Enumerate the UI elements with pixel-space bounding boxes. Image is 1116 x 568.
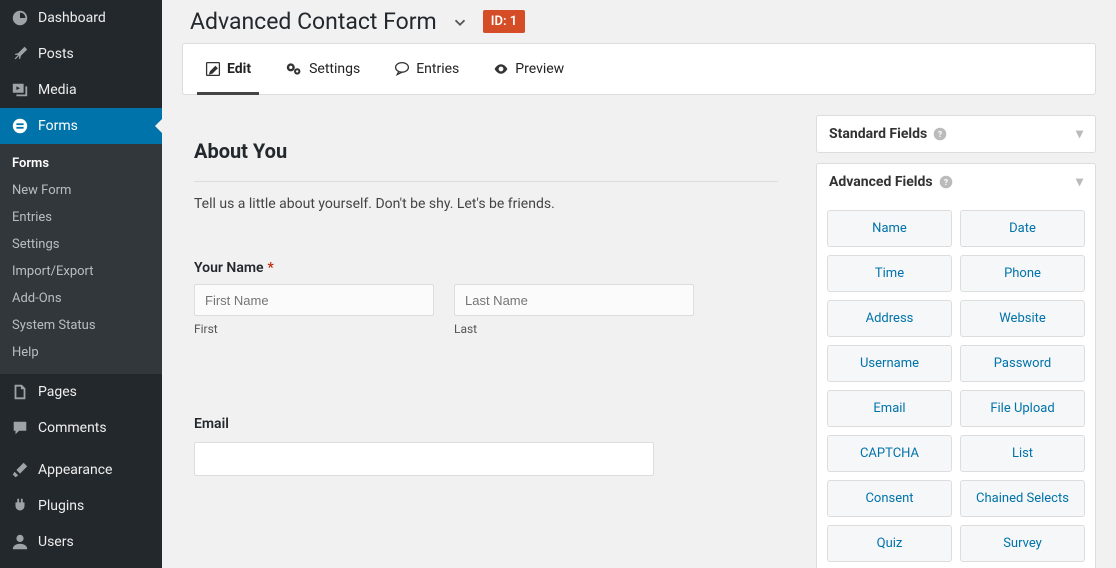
submenu-item-addons[interactable]: Add-Ons (0, 285, 162, 312)
field-btn-survey[interactable]: Survey (960, 525, 1085, 562)
field-btn-captcha[interactable]: CAPTCHA (827, 435, 952, 472)
form-switcher[interactable] (451, 13, 469, 31)
sidebar-item-label: Posts (38, 46, 74, 62)
name-field-label: Your Name* (194, 260, 778, 276)
dashboard-icon (10, 8, 30, 28)
sidebar-item-dashboard[interactable]: Dashboard (0, 0, 162, 36)
field-btn-phone[interactable]: Phone (960, 255, 1085, 292)
gear-icon (285, 61, 303, 77)
form-canvas: About You Tell us a little about yoursel… (182, 115, 796, 548)
tab-settings[interactable]: Settings (277, 44, 368, 94)
field-btn-username[interactable]: Username (827, 345, 952, 382)
sidebar-item-label: Media (38, 82, 77, 98)
field-btn-list[interactable]: List (960, 435, 1085, 472)
field-btn-file-upload[interactable]: File Upload (960, 390, 1085, 427)
sidebar-item-media[interactable]: Media (0, 72, 162, 108)
first-name-sublabel: First (194, 322, 434, 336)
tab-label: Entries (416, 61, 459, 77)
chevron-down-icon (451, 13, 469, 31)
caret-down-icon: ▾ (1076, 174, 1083, 190)
submenu-item-system-status[interactable]: System Status (0, 312, 162, 339)
sidebar-item-label: Comments (38, 420, 107, 436)
sidebar-item-label: Appearance (38, 462, 112, 478)
sidebar-item-appearance[interactable]: Appearance (0, 452, 162, 488)
sidebar-item-plugins[interactable]: Plugins (0, 488, 162, 524)
sidebar-item-comments[interactable]: Comments (0, 410, 162, 446)
advanced-fields-grid: Name Date Time Phone Address Website Use… (817, 200, 1095, 568)
sidebar-item-label: Users (38, 534, 74, 550)
tab-label: Preview (515, 61, 564, 77)
last-name-input[interactable] (454, 284, 694, 316)
tab-label: Settings (309, 61, 360, 77)
submenu-item-settings[interactable]: Settings (0, 231, 162, 258)
field-btn-chained-selects[interactable]: Chained Selects (960, 480, 1085, 517)
pages-icon (10, 382, 30, 402)
field-panels: Standard Fields ? ▾ Advanced Fields ? ▾ … (816, 115, 1096, 548)
pin-icon (10, 44, 30, 64)
last-name-sublabel: Last (454, 322, 694, 336)
sidebar-item-users[interactable]: Users (0, 524, 162, 560)
sidebar-item-forms[interactable]: Forms (0, 108, 162, 144)
help-icon: ? (933, 127, 947, 141)
tab-entries[interactable]: Entries (386, 44, 467, 94)
field-btn-consent[interactable]: Consent (827, 480, 952, 517)
field-btn-date[interactable]: Date (960, 210, 1085, 247)
main-area: Advanced Contact Form ID: 1 Edit Setting… (162, 0, 1116, 568)
panel-title: Standard Fields (829, 126, 927, 142)
first-name-input[interactable] (194, 284, 434, 316)
sidebar-item-posts[interactable]: Posts (0, 36, 162, 72)
tab-edit[interactable]: Edit (197, 44, 259, 94)
sidebar-item-label: Pages (38, 384, 77, 400)
help-icon: ? (939, 175, 953, 189)
standard-fields-panel: Standard Fields ? ▾ (816, 115, 1096, 153)
tab-label: Edit (227, 61, 251, 77)
standard-fields-toggle[interactable]: Standard Fields ? ▾ (817, 116, 1095, 152)
panel-title: Advanced Fields (829, 174, 933, 190)
sidebar-item-label: Forms (38, 118, 78, 134)
forms-submenu: Forms New Form Entries Settings Import/E… (0, 144, 162, 374)
eye-icon (493, 61, 509, 77)
field-btn-email[interactable]: Email (827, 390, 952, 427)
email-field-label: Email (194, 416, 778, 432)
speech-icon (394, 61, 410, 77)
field-btn-time[interactable]: Time (827, 255, 952, 292)
section-description: Tell us a little about yourself. Don't b… (194, 196, 778, 212)
advanced-fields-panel: Advanced Fields ? ▾ Name Date Time Phone… (816, 163, 1096, 568)
page-header: Advanced Contact Form ID: 1 (162, 0, 1116, 43)
advanced-fields-toggle[interactable]: Advanced Fields ? ▾ (817, 164, 1095, 200)
email-input[interactable] (194, 442, 654, 476)
svg-text:?: ? (943, 178, 947, 188)
caret-down-icon: ▾ (1076, 126, 1083, 142)
submenu-item-import-export[interactable]: Import/Export (0, 258, 162, 285)
submenu-item-help[interactable]: Help (0, 339, 162, 366)
edit-icon (205, 61, 221, 77)
tab-preview[interactable]: Preview (485, 44, 572, 94)
sidebar-item-label: Plugins (38, 498, 84, 514)
media-icon (10, 80, 30, 100)
field-btn-quiz[interactable]: Quiz (827, 525, 952, 562)
id-badge: ID: 1 (483, 10, 525, 33)
label-text: Your Name (194, 260, 264, 276)
user-icon (10, 532, 30, 552)
field-btn-password[interactable]: Password (960, 345, 1085, 382)
section-title: About You (194, 139, 778, 163)
submenu-item-entries[interactable]: Entries (0, 204, 162, 231)
plugin-icon (10, 496, 30, 516)
page-title: Advanced Contact Form (190, 8, 437, 35)
sidebar-item-label: Dashboard (38, 10, 106, 26)
svg-text:?: ? (938, 130, 942, 140)
editor-tabs: Edit Settings Entries Preview (182, 43, 1096, 95)
required-mark: * (268, 260, 274, 276)
submenu-item-forms[interactable]: Forms (0, 150, 162, 177)
sidebar-item-pages[interactable]: Pages (0, 374, 162, 410)
field-btn-website[interactable]: Website (960, 300, 1085, 337)
brush-icon (10, 460, 30, 480)
forms-icon (10, 116, 30, 136)
field-btn-name[interactable]: Name (827, 210, 952, 247)
admin-sidebar: Dashboard Posts Media Forms Forms New Fo… (0, 0, 162, 568)
submenu-item-new-form[interactable]: New Form (0, 177, 162, 204)
divider (194, 181, 778, 182)
field-btn-address[interactable]: Address (827, 300, 952, 337)
comment-icon (10, 418, 30, 438)
